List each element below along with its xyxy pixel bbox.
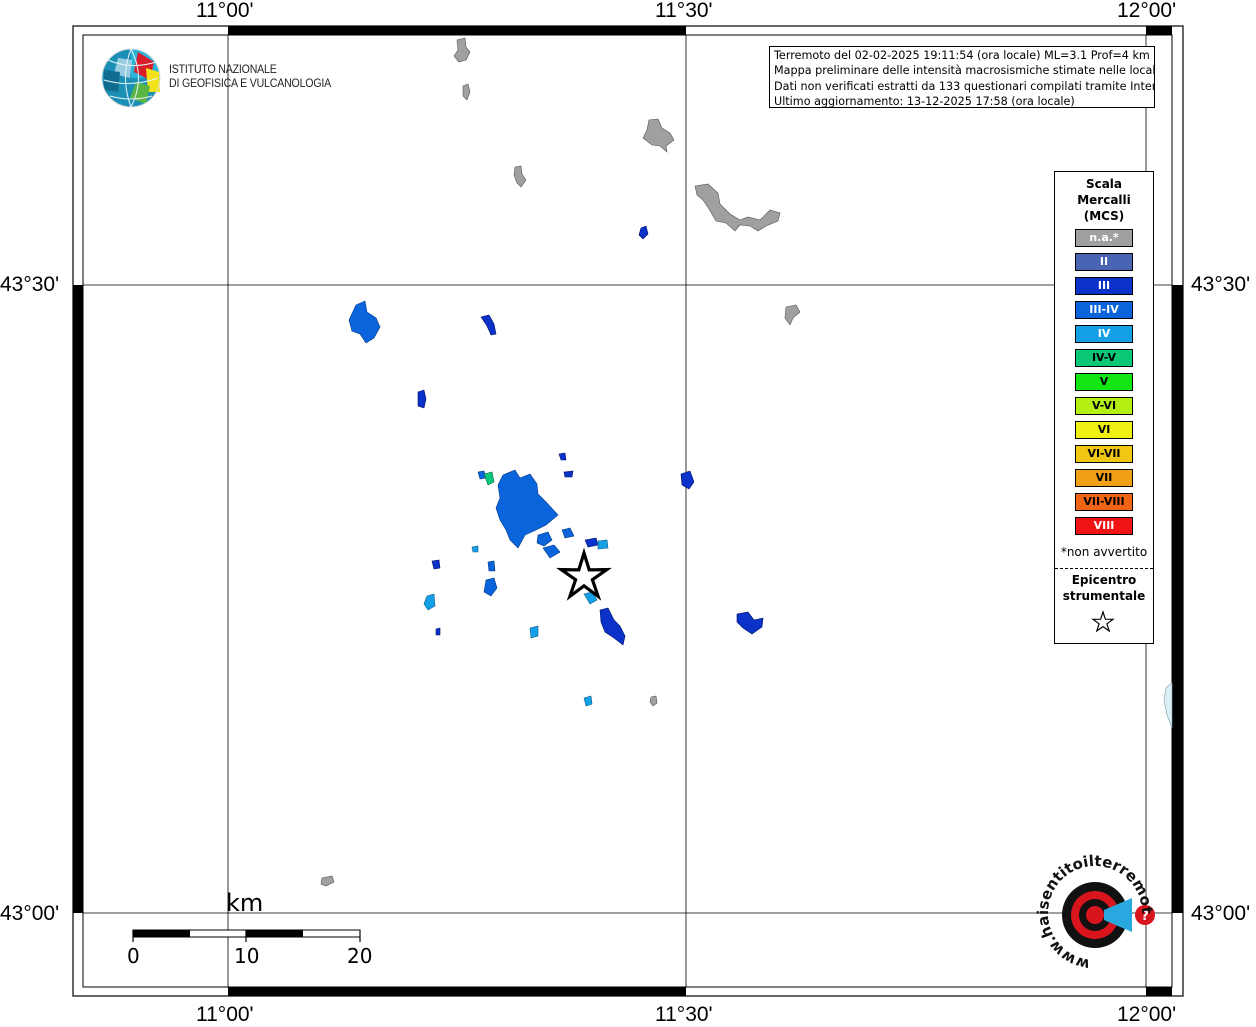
earthquake-info-box: Terremoto del 02-02-2025 19:11:54 (ora l… (769, 46, 1155, 108)
legend-epicenter-line2: strumentale (1062, 589, 1146, 603)
legend-epicenter-label: Epicentro strumentale (1055, 572, 1153, 604)
hsit-logo: www.haisentitoilterremoto.it (1030, 848, 1156, 974)
legend-title-line1: Scala (1085, 177, 1123, 191)
scale-bar-unit: km (226, 889, 264, 917)
lat-label-left-43-00: 43°00' (0, 902, 60, 925)
ingv-logo-globe (101, 48, 161, 108)
frame-bar-bottom-right (1146, 987, 1172, 996)
lat-label-right-43-30: 43°30' (1191, 273, 1251, 296)
water-body (1163, 682, 1173, 729)
legend-star-icon (1091, 610, 1115, 633)
legend-swatch-n-a: n.a.* (1075, 229, 1133, 247)
legend-swatch-iv: IV (1075, 325, 1133, 343)
lon-label-top-12-00: 12°00' (1117, 0, 1177, 22)
legend-swatch-iii: III (1075, 277, 1133, 295)
info-line-data-source: Dati non verificati estratti da 133 ques… (774, 79, 1155, 93)
info-line-last-update: Ultimo aggiornamento: 13-12-2025 17:58 (… (774, 95, 1075, 108)
frame-bar-left (73, 285, 83, 913)
hsit-logo-text: www.haisentitoilterremoto.it (1030, 848, 1156, 974)
lon-label-bottom-12-00: 12°00' (1117, 1003, 1177, 1026)
legend-title-line2: Mercalli (1077, 193, 1131, 207)
legend-swatch-v: V (1075, 373, 1133, 391)
legend-swatch-vii: VII (1075, 469, 1133, 487)
legend-not-felt-note: *non avvertito (1060, 545, 1148, 559)
legend-title: Scala Mercalli (MCS) (1055, 176, 1153, 224)
map-frame-inner (82, 34, 1173, 988)
legend-swatch-vi-vii: VI-VII (1075, 445, 1133, 463)
info-line-description: Mappa preliminare delle intensità macros… (774, 64, 1155, 78)
frame-bar-bottom (228, 987, 686, 996)
lat-label-left-43-30: 43°30' (0, 273, 60, 296)
lon-label-bottom-11-00: 11°00' (196, 1003, 254, 1026)
legend-title-line3: (MCS) (1083, 209, 1125, 223)
municipalities-intensity-III-IV (348, 300, 575, 597)
lon-label-top-11-30: 11°30' (655, 0, 713, 22)
legend-swatch-vii-viii: VII-VIII (1075, 493, 1133, 511)
legend-separator (1055, 568, 1153, 569)
municipalities-not-felt (320, 37, 801, 887)
institute-name-line1: ISTITUTO NAZIONALE (169, 64, 277, 76)
info-line-event: Terremoto del 02-02-2025 19:11:54 (ora l… (774, 49, 1150, 62)
municipalities-intensity-IV-V (483, 471, 495, 486)
lon-label-top-11-00: 11°00' (196, 0, 254, 22)
legend-swatch-iii-iv: III-IV (1075, 301, 1133, 319)
legend-swatch-viii: VIII (1075, 517, 1133, 535)
scale-bar-tick-20: 20 (347, 944, 373, 968)
legend-swatch-v-vi: V-VI (1075, 397, 1133, 415)
lat-label-right-43-00: 43°00' (1191, 902, 1251, 925)
institute-name-line2: DI GEOFISICA E VULCANOLOGIA (169, 78, 332, 90)
frame-bar-right (1172, 285, 1183, 913)
lon-label-bottom-11-30: 11°30' (655, 1003, 713, 1026)
map-frame-outer (72, 25, 1184, 997)
institute-name: ISTITUTO NAZIONALE DI GEOFISICA E VULCAN… (169, 63, 331, 91)
legend-swatch-ii: II (1075, 253, 1133, 271)
scale-bar (132, 929, 361, 942)
legend-swatch-vi: VI (1075, 421, 1133, 439)
scale-bar-tick-0: 0 (127, 944, 140, 968)
frame-bar-top-right (1146, 26, 1172, 35)
legend-epicenter-line1: Epicentro (1071, 573, 1137, 587)
mcs-legend: Scala Mercalli (MCS) n.a.* II III III-IV IV I… (1054, 171, 1154, 644)
epicenter-star (556, 547, 612, 601)
frame-bar-top (228, 26, 686, 35)
legend-swatch-iv-v: IV-V (1075, 349, 1133, 367)
scale-bar-tick-10: 10 (234, 944, 260, 968)
